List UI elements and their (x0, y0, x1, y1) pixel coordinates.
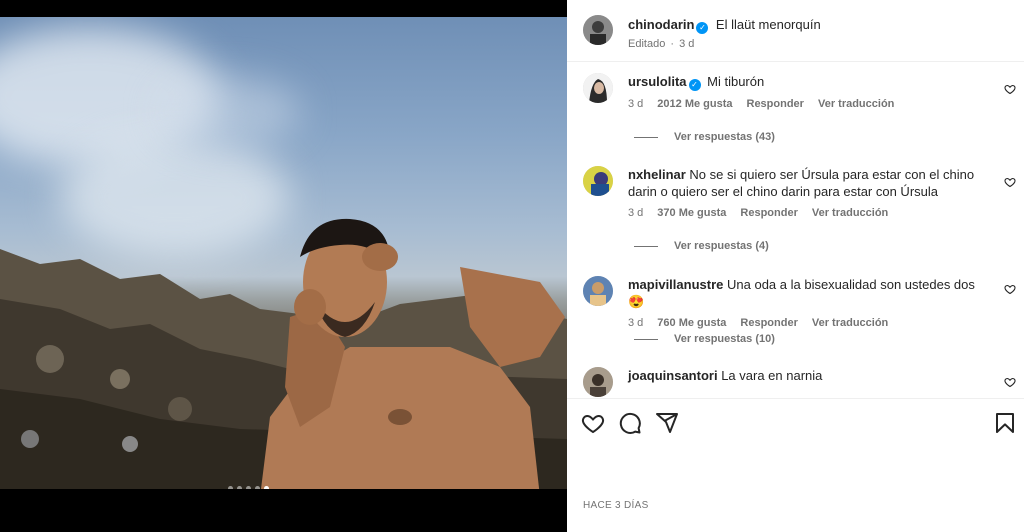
comment-time[interactable]: 3 d (628, 207, 643, 219)
carousel-dot[interactable] (246, 486, 251, 489)
view-replies-button[interactable]: Ver respuestas (43) (634, 131, 775, 143)
comment-icon[interactable] (618, 411, 642, 435)
post-header: chinodarin ✓ El llaüt menorquín Editado ·… (567, 0, 1024, 62)
translate-button[interactable]: Ver traducción (812, 207, 888, 219)
post-time-ago: HACE 3 DÍAS (583, 500, 649, 511)
commenter-username[interactable]: joaquinsantori (628, 368, 718, 383)
verified-badge-icon: ✓ (696, 22, 709, 34)
author-avatar[interactable] (583, 15, 613, 45)
post-time[interactable]: 3 d (679, 38, 694, 50)
comment-likes[interactable]: 2012 Me gusta (657, 98, 732, 110)
heart-icon[interactable] (581, 411, 605, 435)
post-photo[interactable] (0, 17, 567, 489)
commenter-username[interactable]: nxhelinar (628, 167, 686, 182)
commenter-avatar[interactable] (583, 276, 613, 306)
comment-time[interactable]: 3 d (628, 317, 643, 329)
verified-badge-icon: ✓ (688, 79, 701, 91)
post-caption: El llaüt menorquín (715, 17, 821, 32)
comment-likes[interactable]: 760 Me gusta (657, 317, 726, 329)
commenter-avatar[interactable] (583, 166, 613, 196)
comment-time[interactable]: 3 d (628, 98, 643, 110)
heart-icon[interactable] (1004, 83, 1016, 95)
commenter-username[interactable]: ursulolita (628, 74, 687, 89)
heart-icon[interactable] (1004, 376, 1016, 388)
author-username[interactable]: chinodarin (628, 17, 694, 32)
reply-button[interactable]: Responder (740, 207, 797, 219)
carousel-dot[interactable] (237, 486, 242, 489)
carousel-dot[interactable] (255, 486, 260, 489)
carousel-dot[interactable] (228, 486, 233, 489)
heart-icon[interactable] (1004, 176, 1016, 188)
view-replies-button[interactable]: Ver respuestas (10) (634, 333, 775, 345)
reply-button[interactable]: Responder (740, 317, 797, 329)
post-side-panel: chinodarin ✓ El llaüt menorquín Editado ·… (567, 0, 1024, 532)
commenter-username[interactable]: mapivillanustre (628, 277, 723, 292)
comment-likes[interactable]: 370 Me gusta (657, 207, 726, 219)
carousel-dots (228, 486, 269, 489)
view-replies-button[interactable]: Ver respuestas (4) (634, 240, 769, 252)
edited-label: Editado (628, 38, 666, 50)
heart-icon[interactable] (1004, 283, 1016, 295)
comment-text: La vara en narnia (721, 368, 823, 383)
reply-button[interactable]: Responder (747, 98, 804, 110)
commenter-avatar[interactable] (583, 73, 613, 103)
translate-button[interactable]: Ver traducción (812, 317, 888, 329)
carousel-dot[interactable] (264, 486, 269, 489)
bookmark-icon[interactable] (993, 411, 1017, 435)
instagram-post-view: chinodarin ✓ El llaüt menorquín Editado ·… (0, 0, 1024, 532)
person-figure (261, 218, 565, 489)
post-action-bar (567, 398, 1024, 448)
commenter-avatar[interactable] (583, 367, 613, 397)
translate-button[interactable]: Ver traducción (818, 98, 894, 110)
post-media (0, 0, 567, 532)
comment-text: Mi tiburón (707, 74, 765, 89)
send-icon[interactable] (655, 411, 679, 435)
